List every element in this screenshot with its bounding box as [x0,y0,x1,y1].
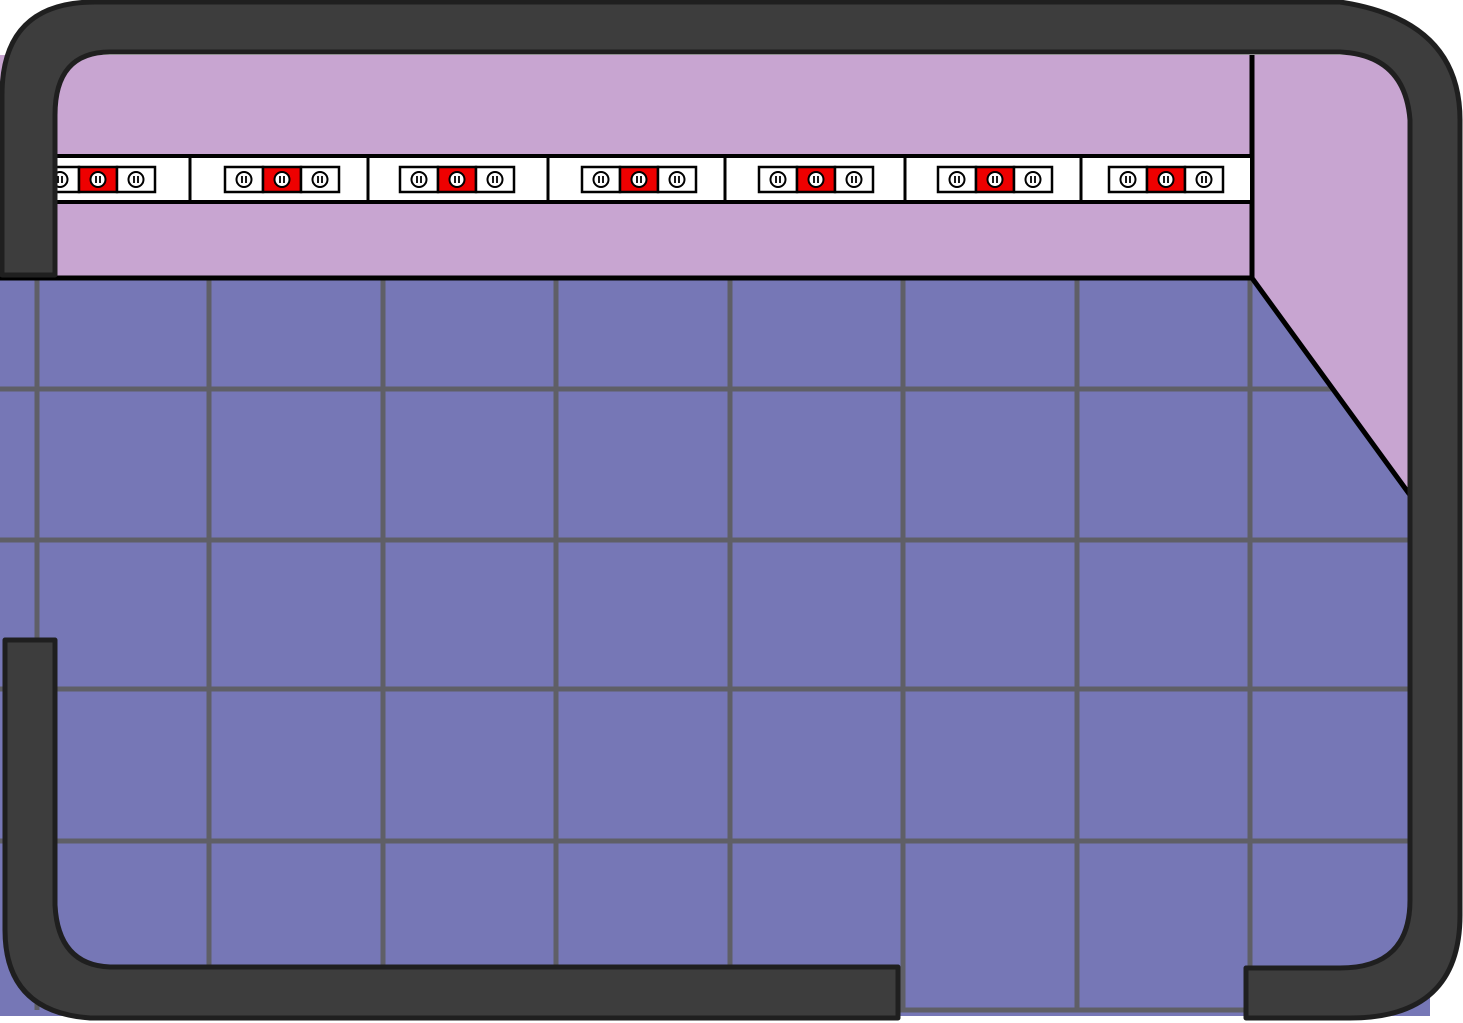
pause-icon-ring [273,171,291,188]
pause-icon-ring [630,171,648,188]
pause-icon [1195,171,1213,188]
pause-icon-ring [1024,171,1042,188]
slot-unit[interactable] [223,165,341,194]
pause-icon [448,171,466,188]
slot[interactable] [757,165,799,194]
pause-icon-ring [845,171,863,188]
slot[interactable] [299,165,341,194]
slot[interactable] [115,165,157,194]
pause-icon-ring [592,171,610,188]
pause-icon-ring [1119,171,1137,188]
pause-icon [845,171,863,188]
pause-icon-ring [89,171,107,188]
slot[interactable] [474,165,516,194]
pause-icon [1157,171,1175,188]
pause-icon-ring [1157,171,1175,188]
pause-icon-ring [1195,171,1213,188]
slot-active[interactable] [974,165,1016,194]
slot-unit[interactable] [1107,165,1225,194]
slot[interactable] [1107,165,1149,194]
slot-unit[interactable] [757,165,875,194]
slot[interactable] [833,165,875,194]
pause-icon [592,171,610,188]
room-scene [0,0,1463,1021]
pause-icon [668,171,686,188]
pause-icon [986,171,1004,188]
pause-icon [948,171,966,188]
pause-icon-ring [986,171,1004,188]
pause-icon [311,171,329,188]
slot-active[interactable] [1145,165,1187,194]
pause-icon-ring [311,171,329,188]
slot[interactable] [580,165,622,194]
slot-unit[interactable] [936,165,1054,194]
pause-icon [807,171,825,188]
slot-active[interactable] [261,165,303,194]
pause-icon [410,171,428,188]
slot-active[interactable] [618,165,660,194]
pause-icon-ring [807,171,825,188]
slot[interactable] [1012,165,1054,194]
pause-icon [127,171,145,188]
pause-icon-ring [769,171,787,188]
slot-active[interactable] [77,165,119,194]
pause-icon [235,171,253,188]
pause-icon [486,171,504,188]
pause-icon-ring [127,171,145,188]
slot[interactable] [223,165,265,194]
pause-icon-ring [668,171,686,188]
slot-unit[interactable] [39,165,157,194]
slot[interactable] [656,165,698,194]
pause-icon [1024,171,1042,188]
slot[interactable] [936,165,978,194]
pause-icon [89,171,107,188]
pause-icon [630,171,648,188]
pause-icon [273,171,291,188]
pause-icon [769,171,787,188]
slot[interactable] [398,165,440,194]
slot-unit[interactable] [580,165,698,194]
pause-icon-ring [410,171,428,188]
slot-active[interactable] [795,165,837,194]
pause-icon-ring [235,171,253,188]
pause-icon-ring [948,171,966,188]
pause-icon [1119,171,1137,188]
slot-unit[interactable] [398,165,516,194]
slot-active[interactable] [436,165,478,194]
slot[interactable] [1183,165,1225,194]
pause-icon-ring [486,171,504,188]
pause-icon-ring [448,171,466,188]
wall-rail [18,154,1254,204]
